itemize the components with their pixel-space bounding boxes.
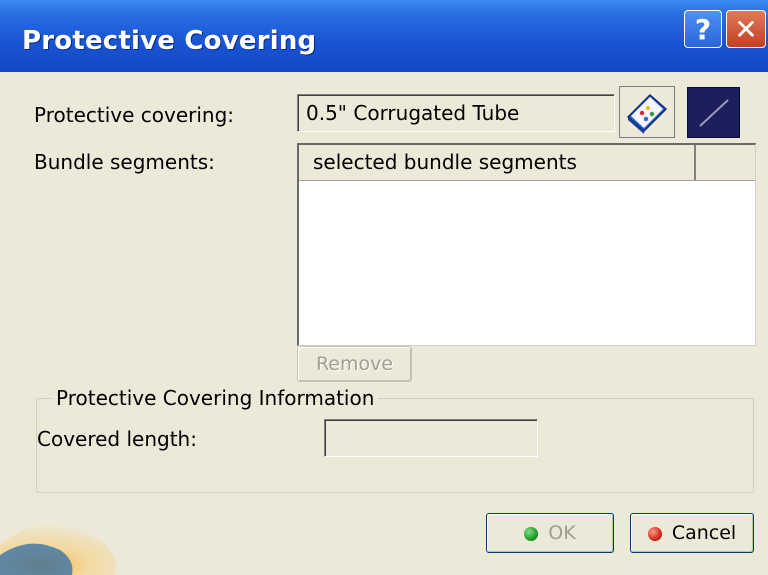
ok-label: OK [548,522,576,544]
help-button[interactable]: ? [684,10,722,48]
cancel-label: Cancel [671,522,737,544]
curve-line-icon [699,99,729,127]
covered-length-label: Covered length: [37,427,197,451]
decorative-swirl-icon [0,526,116,575]
list-header: selected bundle segments [299,145,755,181]
cancel-button[interactable]: Cancel [630,513,754,553]
green-dot-icon [524,526,539,541]
bundle-segments-list[interactable]: selected bundle segments [297,143,756,346]
info-group-legend: Protective Covering Information [52,386,379,410]
protective-covering-label: Protective covering: [34,103,235,127]
protective-covering-field[interactable]: 0.5" Corrugated Tube [297,94,615,132]
covered-length-field[interactable] [324,419,538,457]
dialog-window: Protective Covering ? ✕ Protective cover… [0,0,768,575]
ok-button[interactable]: OK [486,513,614,553]
select-curve-button[interactable] [687,87,740,138]
title-bar: Protective Covering ? ✕ [0,0,768,72]
window-title: Protective Covering [22,26,317,56]
catalog-button[interactable] [619,86,675,138]
close-button[interactable]: ✕ [726,10,766,48]
bundle-segments-label: Bundle segments: [34,150,215,174]
remove-button[interactable]: Remove [297,346,412,382]
red-dot-icon [647,526,662,541]
column-header-selected-bundle-segments[interactable]: selected bundle segments [299,145,696,180]
catalog-book-icon [626,93,668,134]
